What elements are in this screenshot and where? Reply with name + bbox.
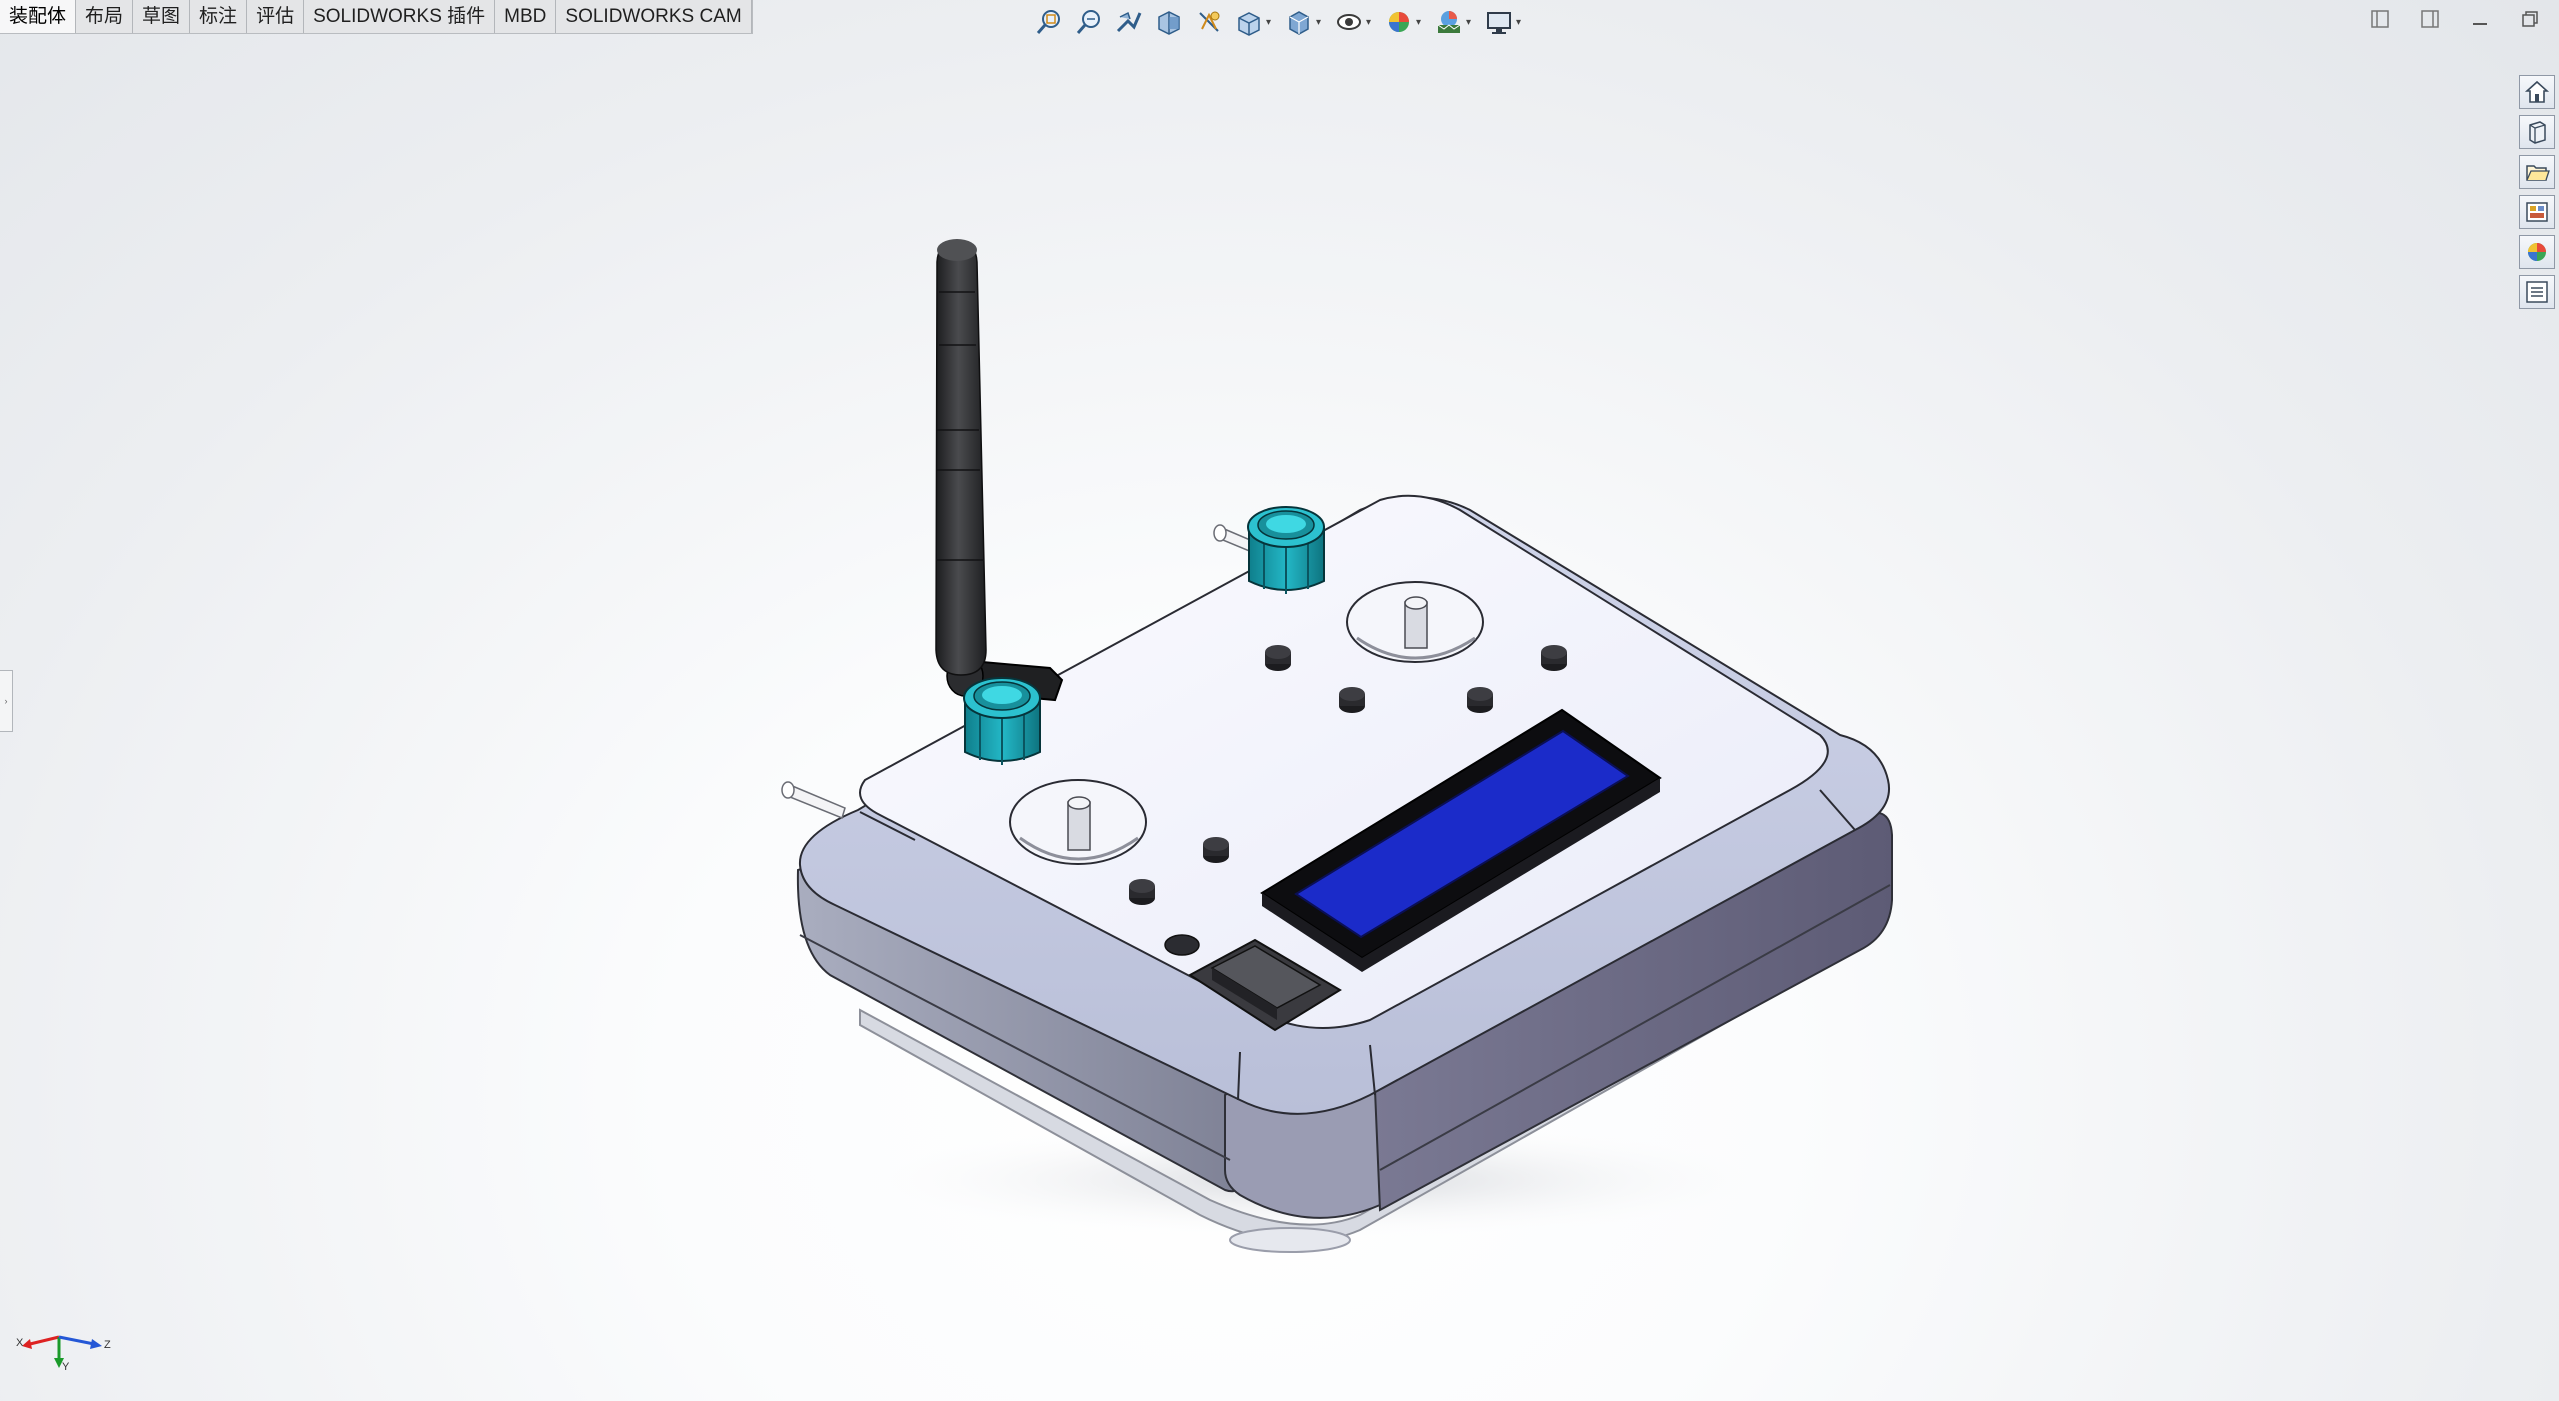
side-pin-left (781, 781, 846, 820)
led-hole (1164, 934, 1200, 956)
rotary-knob-left (963, 677, 1041, 765)
push-button (1541, 645, 1567, 671)
triad-z-label: Z (104, 1339, 111, 1351)
rubber-foot (1229, 1227, 1351, 1253)
push-button (1265, 645, 1291, 671)
graphics-area[interactable]: 装配体 布局 草图 标注 评估 SOLIDWORKS 插件 MBD SOLIDW… (0, 0, 2559, 1401)
push-button (1203, 837, 1229, 863)
push-button (1339, 687, 1365, 713)
joystick-left (1009, 779, 1147, 865)
push-button (1129, 879, 1155, 905)
triad-x-label: X (16, 1337, 24, 1349)
push-button (1467, 687, 1493, 713)
reference-triad[interactable]: X Y Z (14, 1312, 114, 1377)
remote-controller-model[interactable] (0, 0, 2559, 1401)
joystick-right (1346, 581, 1484, 663)
rotary-knob-right (1247, 506, 1325, 594)
triad-y-label: Y (62, 1361, 70, 1372)
antenna (935, 239, 1064, 702)
